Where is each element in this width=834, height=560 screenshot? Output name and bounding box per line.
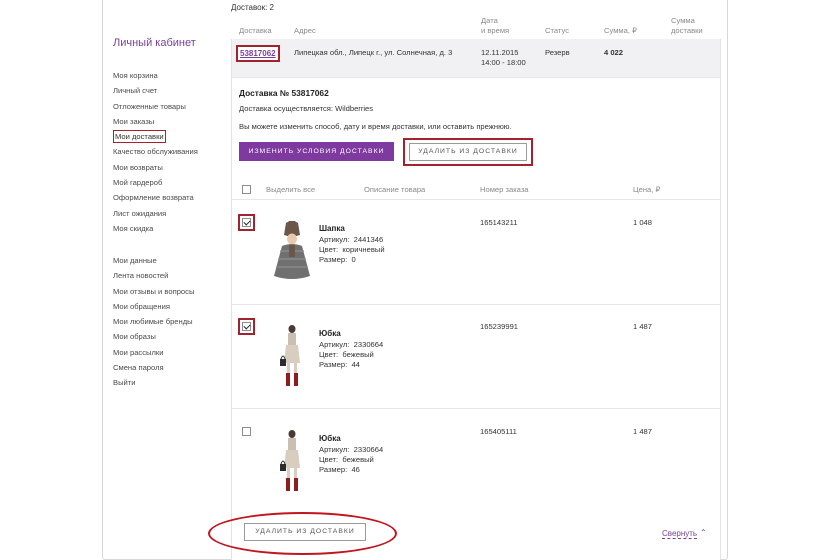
sidebar-item-deliveries[interactable]: Мои доставки [113,129,198,144]
sidebar-item-mailings[interactable]: Мои рассылки [113,345,194,360]
delivery-sum: 4 022 [604,48,624,57]
deliveries-count: Доставок: 2 [231,3,274,12]
th-order-number: Номер заказа [480,185,529,194]
divider [232,199,720,200]
th-price: Цена, ₽ [633,185,661,194]
select-all-label: Выделить все [266,185,316,194]
th-description: Описание товара [364,185,426,194]
change-delivery-button[interactable]: ИЗМЕНИТЬ УСЛОВИЯ ДОСТАВКИ [239,142,394,161]
item-checkbox[interactable] [242,427,251,436]
sidebar-item-news[interactable]: Лента новостей [113,268,194,283]
order-number: 165239991 [480,322,519,331]
sidebar-item-saved[interactable]: Отложенные товары [113,99,198,114]
sidebar-title: Личный кабинет [113,37,196,49]
divider [232,304,720,305]
sidebar-item-discount[interactable]: Моя скидка [113,221,198,236]
sidebar-item-brands[interactable]: Мои любимые бренды [113,314,194,329]
product-image-skirt[interactable] [280,430,304,493]
select-all-checkbox[interactable] [242,185,251,194]
delivery-address: Липецкая обл., Липецк г., ул. Солнечная,… [294,48,453,57]
delivery-number-link[interactable]: 53817062 [236,45,280,62]
product-name[interactable]: Юбка [319,434,341,443]
product-size: 0 [351,255,356,264]
product-color: бежевый [342,455,374,464]
divider [232,408,720,409]
product-size: 46 [351,465,360,474]
item-checkbox[interactable] [242,322,251,331]
product-name[interactable]: Юбка [319,329,341,338]
sidebar-item-wardrobe[interactable]: Мой гардероб [113,175,198,190]
col-delivery-sum: Сумма доставки [671,16,703,35]
item-price: 1 487 [633,322,653,331]
sidebar-item-reviews[interactable]: Мои отзывы и вопросы [113,284,194,299]
delivery-date: 12.11.2015 [481,48,519,57]
sidebar-menu-profile: Мои данные Лента новостей Мои отзывы и в… [113,253,194,391]
sidebar-item-cart[interactable]: Моя корзина [113,68,198,83]
sidebar-item-returns[interactable]: Мои возвраты [113,160,198,175]
sidebar-menu-main: Моя корзина Личный счет Отложенные товар… [113,68,198,236]
delivery-time: 14:00 - 18:00 [481,58,526,67]
sidebar-item-my-data[interactable]: Мои данные [113,253,194,268]
item-checkbox[interactable] [242,218,251,227]
item-price: 1 048 [633,218,653,227]
sidebar-item-waitlist[interactable]: Лист ожидания [113,206,198,221]
col-date: Дата и время [481,16,510,35]
chevron-up-icon[interactable]: ⌃ [700,528,707,537]
delivery-note: Вы можете изменить способ, дату и время … [239,122,512,131]
order-number: 165143211 [480,218,518,227]
product-article: 2441346 [353,235,384,244]
item-price: 1 487 [633,427,653,436]
delivery-status: Резерв [545,48,570,57]
remove-from-delivery-button[interactable]: УДАЛИТЬ ИЗ ДОСТАВКИ [409,143,527,161]
product-size: 44 [351,360,360,369]
sidebar-item-password[interactable]: Смена пароля [113,360,194,375]
sidebar-item-orders[interactable]: Мои заказы [113,114,198,129]
delivery-panel [231,39,721,560]
product-image-hat[interactable] [272,221,312,284]
col-sum: Сумма, ₽ [604,26,637,35]
product-article: 2330664 [353,340,384,349]
product-image-skirt[interactable] [280,325,304,388]
product-color: коричневый [342,245,385,254]
sidebar-item-return-form[interactable]: Оформление возврата [113,190,198,205]
delivery-details-title: Доставка № 53817062 [239,88,329,98]
order-number: 165405111 [480,427,517,436]
col-address: Адрес [294,26,316,35]
sidebar-item-looks[interactable]: Мои образы [113,329,194,344]
product-color: бежевый [342,350,374,359]
delivery-carrier: Доставка осуществляется: Wildberries [239,104,374,113]
sidebar-item-logout[interactable]: Выйти [113,375,194,390]
collapse-link[interactable]: Свернуть [662,529,698,539]
product-article: 2330664 [353,445,384,454]
col-delivery: Доставка [239,26,272,35]
sidebar-item-account[interactable]: Личный счет [113,83,198,98]
product-name[interactable]: Шапка [319,224,345,233]
sidebar-item-appeals[interactable]: Мои обращения [113,299,194,314]
sidebar-item-quality[interactable]: Качество обслуживания [113,144,198,159]
delivery-row-bg [232,39,720,78]
bottom-remove-button[interactable]: УДАЛИТЬ ИЗ ДОСТАВКИ [244,523,366,541]
col-status: Статус [545,26,570,35]
